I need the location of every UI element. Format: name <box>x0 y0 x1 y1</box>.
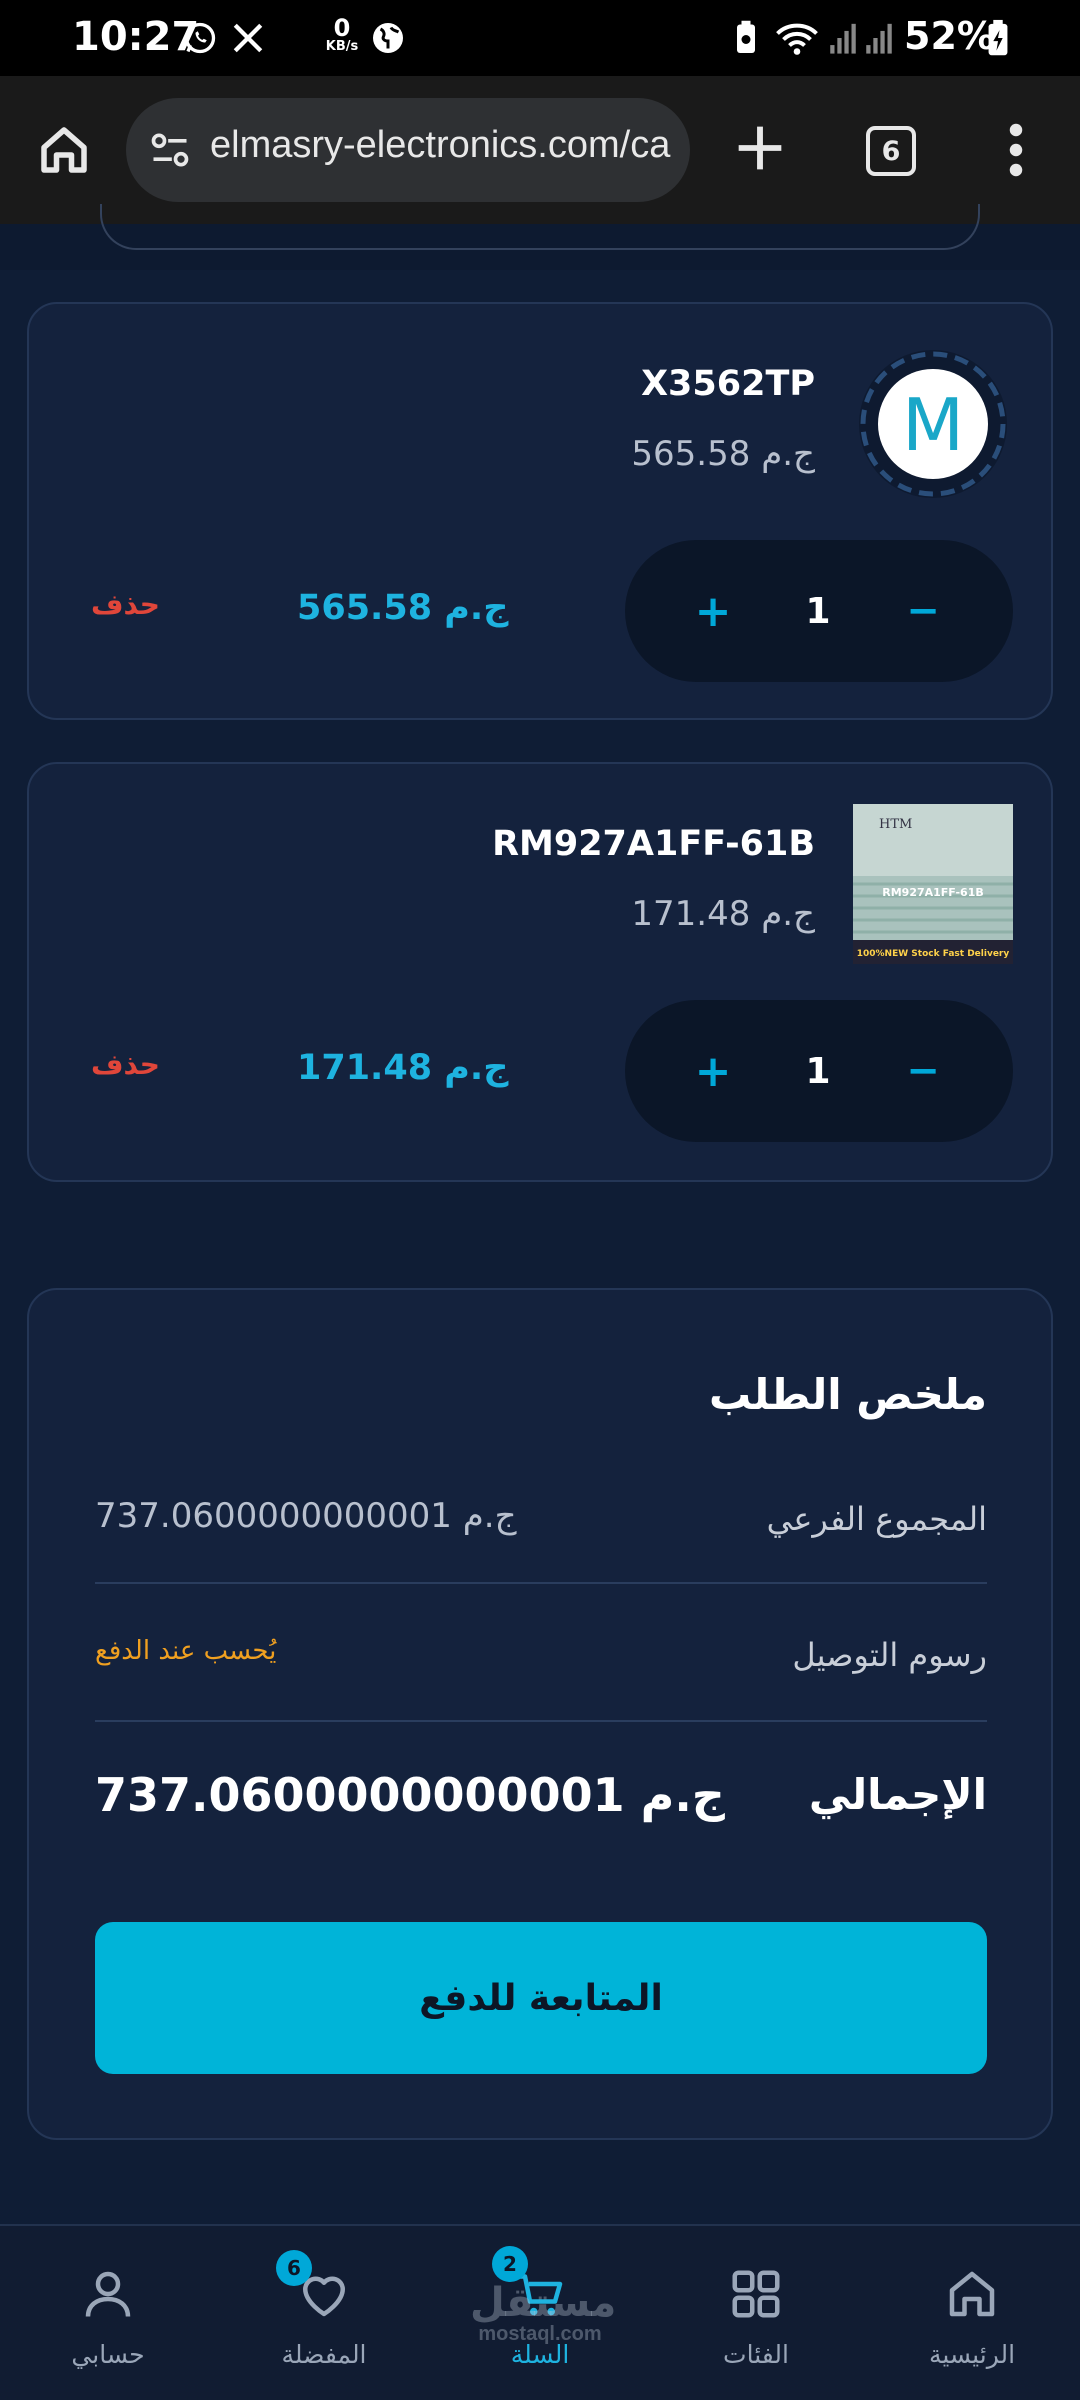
unit-price: 565.58 ج.م <box>631 434 815 474</box>
more-menu-icon[interactable] <box>1000 120 1032 180</box>
net-speed: 0 KB/s <box>322 16 362 53</box>
nav-categories[interactable]: الفئات <box>656 2226 856 2400</box>
product-image: HTM RM927A1FF-61B 100%NEW Stock Fast Del… <box>853 804 1013 964</box>
line-total: 565.58 ج.م <box>297 588 509 628</box>
product-thumb-tagline: 100%NEW Stock Fast Delivery <box>857 949 1010 959</box>
user-icon <box>78 2264 138 2324</box>
quantity-value: 1 <box>805 1050 831 1092</box>
product-thumb-brand: HTM <box>879 817 912 832</box>
header-remnant <box>0 204 1080 270</box>
net-speed-value: 0 <box>333 14 351 42</box>
battery-saver-icon <box>726 18 766 58</box>
new-tab-icon[interactable] <box>728 116 792 180</box>
shipping-label: رسوم التوصيل <box>792 1636 987 1674</box>
product-logo-letter: M <box>902 383 964 467</box>
signal-icon-1 <box>826 18 860 58</box>
browser-home-icon[interactable] <box>34 120 94 180</box>
delete-button[interactable]: حذف <box>91 1048 160 1081</box>
shipping-note: يُحسب عند الدفع <box>95 1636 277 1666</box>
nav-home-label: الرئيسية <box>928 2340 1016 2369</box>
increase-quantity-button[interactable]: + <box>683 1000 743 1142</box>
subtotal-value: 737.0600000000001 ج.م <box>95 1496 517 1536</box>
x-icon <box>228 18 268 58</box>
product-thumb-model: RM927A1FF-61B <box>882 886 984 899</box>
wifi-icon <box>772 18 822 58</box>
increase-quantity-button[interactable]: + <box>683 540 743 682</box>
cart-badge: 2 <box>492 2246 528 2282</box>
battery-icon <box>986 18 1010 58</box>
decrease-quantity-button[interactable]: − <box>893 540 953 682</box>
whatsapp-icon <box>180 18 220 58</box>
quantity-stepper: − 1 + <box>625 540 1013 682</box>
nav-account-label: حسابي <box>71 2340 145 2369</box>
subtotal-label: المجموع الفرعي <box>766 1500 987 1538</box>
nav-account[interactable]: حسابي <box>8 2226 208 2400</box>
divider <box>95 1720 987 1722</box>
total-value: 737.0600000000001 ج.م <box>95 1768 725 1822</box>
signal-icon-2 <box>862 18 896 58</box>
order-summary: ملخص الطلب المجموع الفرعي 737.0600000000… <box>27 1288 1053 2140</box>
net-speed-unit: KB/s <box>325 39 359 54</box>
nav-cart-label: السلة <box>510 2340 570 2369</box>
nav-favorites-label: المفضلة <box>281 2340 367 2369</box>
product-name[interactable]: X3562TP <box>641 364 815 404</box>
nav-cart[interactable]: 2 السلة <box>440 2226 640 2400</box>
address-bar[interactable]: elmasry-electronics.com/ca <box>126 98 690 202</box>
product-image: M <box>853 344 1013 504</box>
checkout-button[interactable]: المتابعة للدفع <box>95 1922 987 2074</box>
summary-title: ملخص الطلب <box>708 1370 987 1419</box>
total-label: الإجمالي <box>808 1770 987 1819</box>
nav-favorites[interactable]: 6 المفضلة <box>224 2226 424 2400</box>
site-settings-icon[interactable] <box>148 128 192 172</box>
delete-button[interactable]: حذف <box>91 588 160 621</box>
nav-home[interactable]: الرئيسية <box>872 2226 1072 2400</box>
line-total: 171.48 ج.م <box>297 1048 509 1088</box>
browser-toolbar: elmasry-electronics.com/ca 6 <box>0 76 1080 224</box>
home-icon <box>942 2264 1002 2324</box>
unit-price: 171.48 ج.م <box>631 894 815 934</box>
battery-percent: 52% <box>904 14 995 58</box>
favorites-badge: 6 <box>276 2250 312 2286</box>
divider <box>95 1582 987 1584</box>
vpn-globe-icon <box>368 18 408 58</box>
nav-categories-label: الفئات <box>723 2340 789 2369</box>
cart-item: M X3562TP 565.58 ج.م − 1 + 565.58 ج.م حذ… <box>27 302 1053 720</box>
quantity-value: 1 <box>805 590 831 632</box>
product-name[interactable]: RM927A1FF-61B <box>492 824 815 864</box>
status-bar: 10:27 0 KB/s 52% <box>0 0 1080 76</box>
cart-item: HTM RM927A1FF-61B 100%NEW Stock Fast Del… <box>27 762 1053 1182</box>
quantity-stepper: − 1 + <box>625 1000 1013 1142</box>
bottom-navigation: حسابي 6 المفضلة 2 السلة الفئات الرئيسية <box>0 2224 1080 2400</box>
tab-switcher-button[interactable]: 6 <box>866 126 916 176</box>
url-text: elmasry-electronics.com/ca <box>210 124 671 166</box>
grid-icon <box>726 2264 786 2324</box>
decrease-quantity-button[interactable]: − <box>893 1000 953 1142</box>
